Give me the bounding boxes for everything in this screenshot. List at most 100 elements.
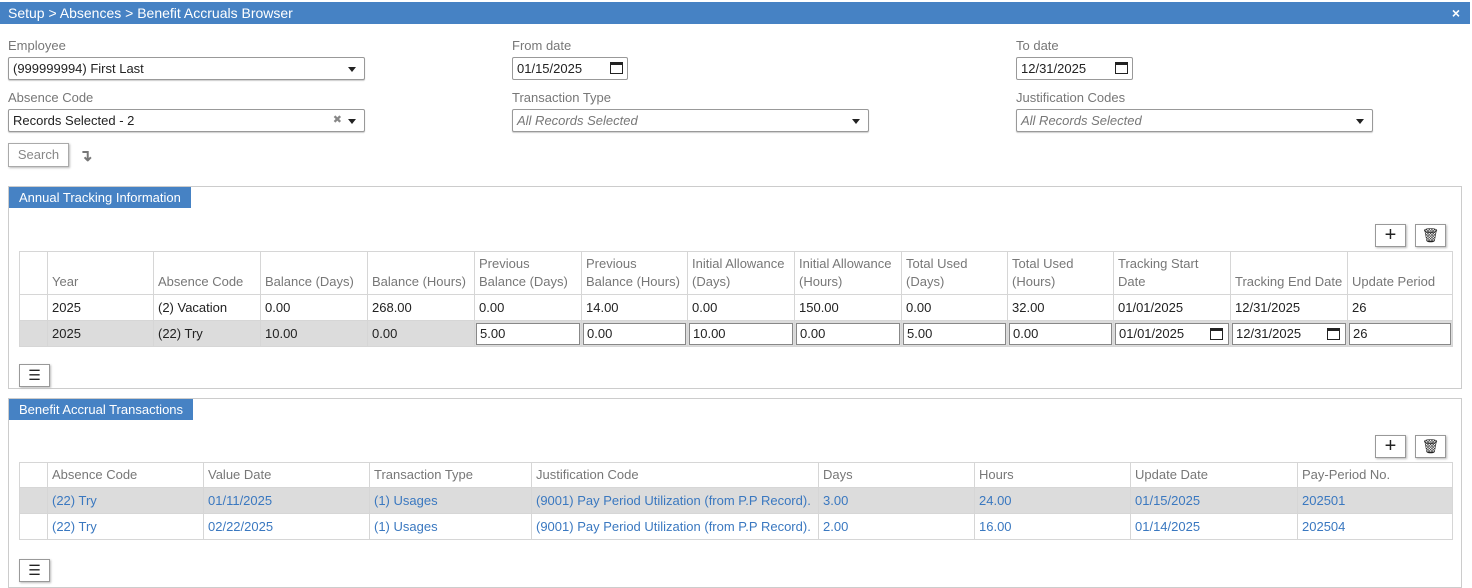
table-cell[interactable]: 01/14/2025 <box>1130 513 1298 540</box>
clear-icon[interactable]: ✖ <box>333 110 342 131</box>
cell-input[interactable]: 5.00 <box>476 322 580 345</box>
column-header[interactable]: Update Date <box>1130 462 1298 488</box>
table-cell[interactable]: 02/22/2025 <box>203 513 370 540</box>
table-cell[interactable]: 2.00 <box>818 513 975 540</box>
column-header[interactable]: Pay-Period No. <box>1297 462 1453 488</box>
cell-input[interactable]: 0.00 <box>1009 322 1112 345</box>
to-date-label: To date <box>1016 38 1059 53</box>
annual-tracking-title: Annual Tracking Information <box>9 187 191 208</box>
table-cell[interactable]: 3.00 <box>818 487 975 514</box>
column-header[interactable]: Value Date <box>203 462 370 488</box>
column-header[interactable]: Transaction Type <box>369 462 532 488</box>
column-header[interactable]: Previous Balance (Hours) <box>581 251 688 295</box>
column-header[interactable]: Initial Allowance (Days) <box>687 251 795 295</box>
column-header[interactable]: Hours <box>974 462 1131 488</box>
add-icon[interactable]: + <box>1375 224 1406 247</box>
chevron-down-icon <box>348 119 356 124</box>
table-cell[interactable]: (1) Usages <box>369 513 532 540</box>
table-cell: 0.00 <box>367 320 475 347</box>
table-cell[interactable]: 01/01/2025 <box>1113 320 1231 347</box>
cell-input[interactable]: 10.00 <box>689 322 793 345</box>
add-icon[interactable]: + <box>1375 435 1406 458</box>
cell-input[interactable]: 26 <box>1349 322 1451 345</box>
column-header[interactable]: Initial Allowance (Hours) <box>794 251 902 295</box>
column-header[interactable]: Absence Code <box>47 462 204 488</box>
column-header[interactable]: Tracking Start Date <box>1113 251 1231 295</box>
table-cell[interactable]: (9001) Pay Period Utilization (from P.P … <box>531 513 819 540</box>
table-cell: 0.00 <box>901 294 1008 321</box>
column-header[interactable]: Tracking End Date <box>1230 251 1348 295</box>
absence-code-select[interactable]: Records Selected - 2 ✖ <box>8 109 365 132</box>
table-cell[interactable]: 0.00 <box>581 320 688 347</box>
table-cell: 150.00 <box>794 294 902 321</box>
table-cell[interactable]: (22) Try <box>47 513 204 540</box>
table-cell[interactable]: 202504 <box>1297 513 1453 540</box>
search-button[interactable]: Search <box>8 143 69 167</box>
table-row[interactable]: (22) Try 01/11/2025 (1) Usages (9001) Pay P… <box>19 487 1453 514</box>
column-header[interactable]: Days <box>818 462 975 488</box>
column-header[interactable]: Update Period <box>1347 251 1453 295</box>
calendar-icon[interactable] <box>1210 327 1223 340</box>
absence-code-value: Records Selected - 2 <box>13 113 135 128</box>
to-date-input[interactable]: 12/31/2025 <box>1016 57 1133 80</box>
list-icon[interactable]: ☰ <box>19 559 50 582</box>
column-header[interactable]: Absence Code <box>153 251 261 295</box>
cell-input[interactable]: 5.00 <box>903 322 1006 345</box>
transaction-type-select[interactable]: All Records Selected <box>512 109 869 132</box>
table-cell[interactable]: 0.00 <box>794 320 902 347</box>
annual-tracking-panel: Annual Tracking Information + 🗑 Year Abse… <box>8 186 1462 389</box>
column-header[interactable]: Total Used (Hours) <box>1007 251 1114 295</box>
to-date-value: 12/31/2025 <box>1021 61 1087 76</box>
table-cell[interactable]: 26 <box>1347 320 1453 347</box>
table-cell: 14.00 <box>581 294 688 321</box>
table-row[interactable]: 2025 (22) Try 10.00 0.00 5.00 0.00 10.00 0.00 5.… <box>19 320 1453 347</box>
table-cell[interactable]: (9001) Pay Period Utilization (from P.P … <box>531 487 819 514</box>
column-header[interactable]: Year <box>47 251 154 295</box>
cell-input-value: 12/31/2025 <box>1236 325 1302 341</box>
table-cell[interactable]: 5.00 <box>901 320 1008 347</box>
justification-codes-select[interactable]: All Records Selected <box>1016 109 1373 132</box>
trash-icon[interactable]: 🗑 <box>1415 435 1446 458</box>
table-cell[interactable]: 5.00 <box>474 320 582 347</box>
cell-input[interactable]: 0.00 <box>796 322 900 345</box>
from-date-input[interactable]: 01/15/2025 <box>512 57 628 80</box>
from-date-value: 01/15/2025 <box>517 61 583 76</box>
table-cell[interactable]: 10.00 <box>687 320 795 347</box>
benefit-accrual-panel: Benefit Accrual Transactions + 🗑 Absence… <box>8 398 1462 588</box>
table-cell: 10.00 <box>260 320 368 347</box>
chevron-down-icon <box>852 119 860 124</box>
cell-input-value: 5.00 <box>480 325 506 341</box>
table-cell[interactable]: 202501 <box>1297 487 1453 514</box>
table-cell[interactable]: (1) Usages <box>369 487 532 514</box>
table-row[interactable]: (22) Try 02/22/2025 (1) Usages (9001) Pay P… <box>19 513 1453 540</box>
table-cell[interactable]: 12/31/2025 <box>1230 320 1348 347</box>
transactions-table: Absence Code Value Date Transaction Type Ju… <box>19 462 1453 540</box>
column-header[interactable]: Previous Balance (Days) <box>474 251 582 295</box>
table-cell[interactable]: 01/15/2025 <box>1130 487 1298 514</box>
calendar-icon[interactable] <box>1115 62 1128 74</box>
arrow-down-icon[interactable]: ↴ <box>79 146 92 166</box>
table-cell[interactable]: 24.00 <box>974 487 1131 514</box>
employee-select[interactable]: (999999994) First Last <box>8 57 365 80</box>
table-row[interactable]: 2025 (2) Vacation 0.00 268.00 0.00 14.00 0.00 1… <box>19 294 1453 321</box>
column-header[interactable]: Justification Code <box>531 462 819 488</box>
list-icon[interactable]: ☰ <box>19 364 50 387</box>
column-header[interactable]: Total Used (Days) <box>901 251 1008 295</box>
table-cell[interactable]: 0.00 <box>1007 320 1114 347</box>
calendar-icon[interactable] <box>610 62 623 74</box>
close-icon[interactable]: × <box>1452 2 1460 24</box>
table-cell[interactable]: 01/11/2025 <box>203 487 370 514</box>
table-cell[interactable]: 16.00 <box>974 513 1131 540</box>
column-header[interactable]: Balance (Days) <box>260 251 368 295</box>
cell-input[interactable]: 0.00 <box>583 322 686 345</box>
employee-value: (999999994) First Last <box>13 61 144 76</box>
table-cell: 2025 <box>47 294 154 321</box>
annual-tracking-table: Year Absence Code Balance (Days) Balance (H… <box>19 251 1453 347</box>
trash-icon[interactable]: 🗑 <box>1415 224 1446 247</box>
cell-input[interactable]: 01/01/2025 <box>1115 322 1229 345</box>
table-cell: (22) Try <box>153 320 261 347</box>
table-cell[interactable]: (22) Try <box>47 487 204 514</box>
calendar-icon[interactable] <box>1327 327 1340 340</box>
column-header[interactable]: Balance (Hours) <box>367 251 475 295</box>
cell-input[interactable]: 12/31/2025 <box>1232 322 1346 345</box>
